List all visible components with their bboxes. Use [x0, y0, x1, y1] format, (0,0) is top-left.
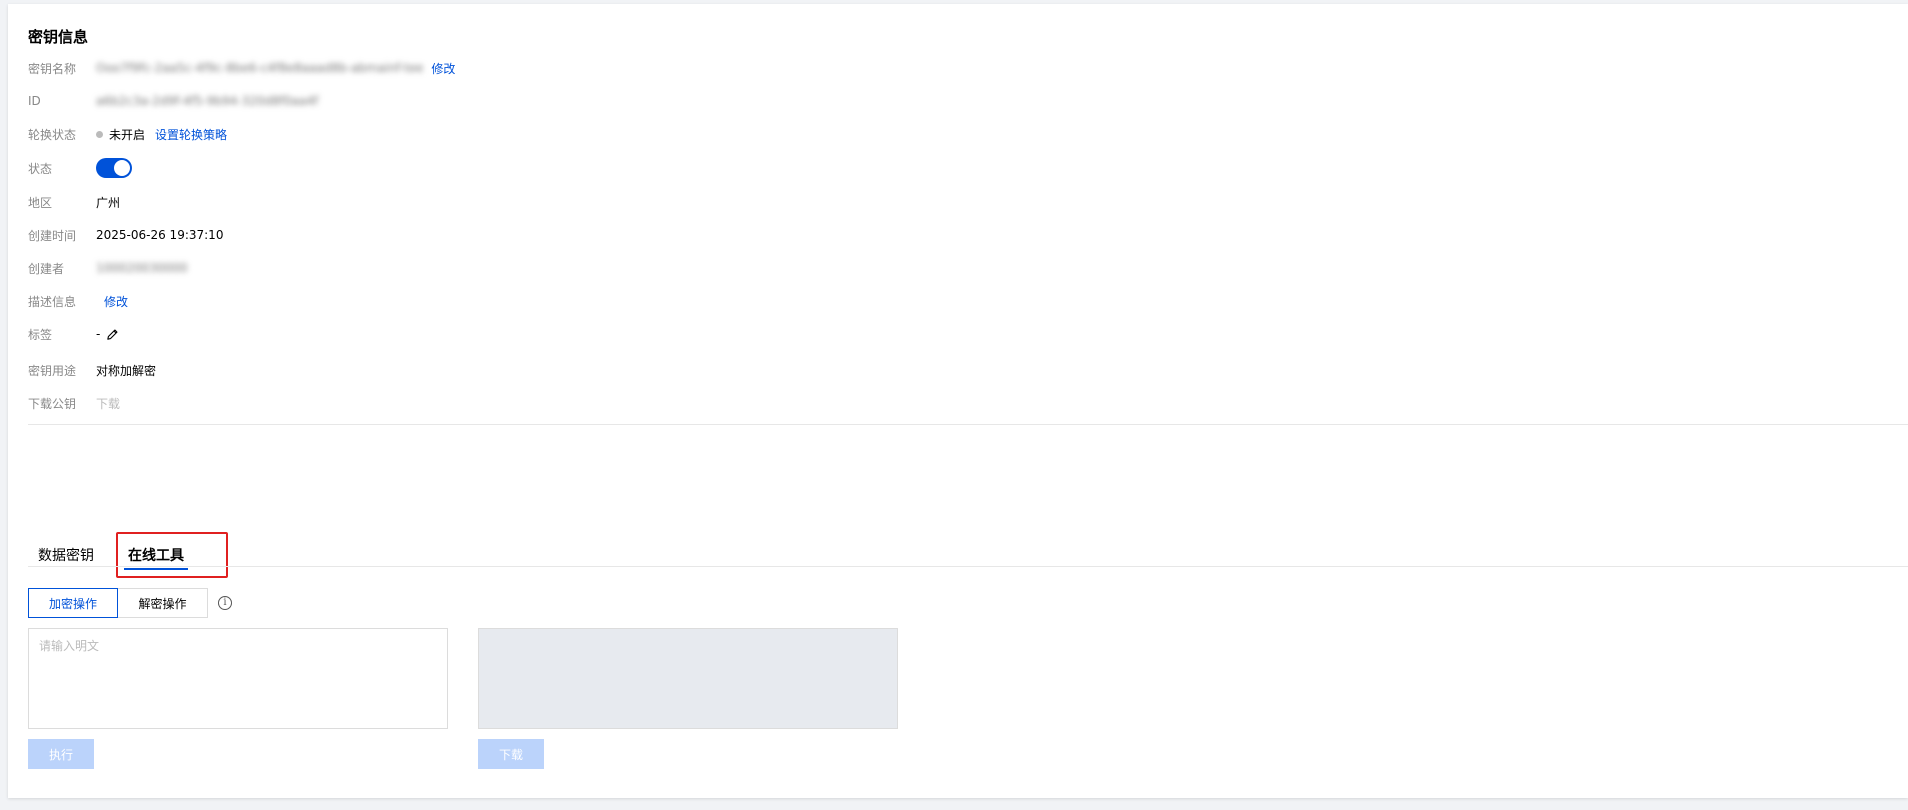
field-label: 描述信息 — [28, 294, 77, 309]
download-public-key-link[interactable]: 下载 — [96, 395, 120, 412]
field-label: 密钥用途 — [28, 363, 77, 378]
field-label: 标签 — [28, 327, 53, 342]
field-row-region: 地区 广州 — [28, 192, 120, 212]
tags-value: - — [96, 327, 101, 341]
edit-name-link[interactable]: 修改 — [431, 60, 455, 77]
field-label: 地区 — [28, 195, 53, 210]
field-row-status: 状态 — [28, 158, 132, 178]
decrypt-mode-button[interactable]: 解密操作 — [118, 588, 208, 618]
tab-underline-divider — [28, 566, 1908, 567]
usage-value: 对称加解密 — [96, 363, 157, 378]
rotation-status: 未开启 — [109, 127, 146, 142]
execute-button[interactable]: 执行 — [28, 739, 94, 769]
field-label: 创建者 — [28, 261, 65, 276]
field-label: ID — [28, 94, 41, 108]
field-row-tags: 标签 - — [28, 324, 119, 344]
field-row-id: ID a6b2c3a-2d9f-4f5-9b94-320d8f0aa4f — [28, 91, 318, 111]
edit-description-link[interactable]: 修改 — [104, 293, 128, 310]
status-dot-icon — [96, 130, 103, 138]
set-rotation-policy-link[interactable]: 设置轮换策略 — [155, 126, 227, 143]
field-label: 下载公钥 — [28, 396, 77, 411]
field-row-public-key: 下载公钥 下载 — [28, 393, 120, 413]
field-label: 创建时间 — [28, 228, 77, 243]
region-value: 广州 — [96, 195, 121, 210]
field-label: 状态 — [28, 161, 53, 176]
toggle-knob — [114, 160, 130, 176]
key-detail-card: 密钥信息 密钥名称 Ooo7f9fc-2aa5c-4f9c-8be6-c4f8e… — [8, 4, 1908, 798]
edit-pencil-icon[interactable] — [106, 328, 119, 341]
download-button[interactable]: 下载 — [478, 739, 544, 769]
field-row-created: 创建时间 2025-06-26 19:37:10 — [28, 225, 223, 245]
key-id-value: a6b2c3a-2d9f-4f5-9b94-320d8f0aa4f — [96, 94, 319, 108]
output-area — [478, 628, 898, 729]
plaintext-input[interactable] — [28, 628, 448, 729]
field-row-creator: 创建者 100020030000 — [28, 258, 188, 278]
field-row-name: 密钥名称 Ooo7f9fc-2aa5c-4f9c-8be6-c4f8e8aaad… — [28, 58, 455, 78]
field-row-usage: 密钥用途 对称加解密 — [28, 360, 156, 380]
mode-segmented-control: 加密操作 解密操作 — [28, 588, 208, 618]
field-label: 轮换状态 — [28, 127, 77, 142]
creator-value: 100020030000 — [96, 261, 188, 275]
field-row-rotation: 轮换状态 未开启 设置轮换策略 — [28, 124, 227, 144]
field-label: 密钥名称 — [28, 61, 77, 76]
section-title: 密钥信息 — [28, 28, 89, 46]
info-icon[interactable]: i — [218, 596, 232, 610]
created-at-value: 2025-06-26 19:37:10 — [96, 228, 224, 242]
status-toggle[interactable] — [96, 158, 132, 178]
divider — [28, 424, 1908, 425]
field-row-description: 描述信息 修改 — [28, 291, 128, 311]
key-name-value: Ooo7f9fc-2aa5c-4f9c-8be6-c4f8e8aaad8b-ab… — [96, 61, 424, 75]
encrypt-mode-button[interactable]: 加密操作 — [28, 588, 118, 618]
